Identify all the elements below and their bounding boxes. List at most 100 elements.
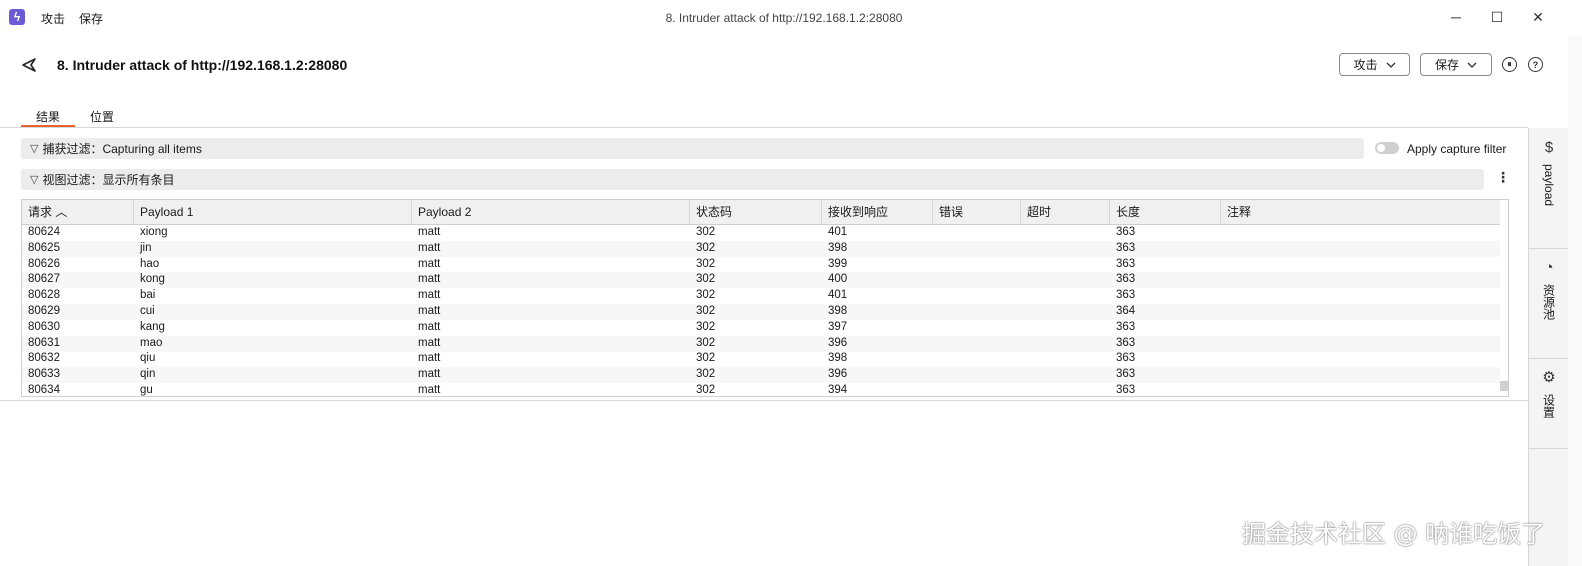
- divider: [0, 400, 1528, 401]
- table-row[interactable]: 80628 bai matt 302 401 363: [22, 288, 1500, 304]
- table-cell: cui: [140, 305, 155, 317]
- table-cell: 80627: [28, 273, 60, 286]
- table-cell: [933, 367, 1021, 383]
- maximize-button[interactable]: ☐: [1477, 4, 1517, 30]
- table-cell: [1221, 304, 1500, 320]
- table-cell: [933, 320, 1021, 336]
- tab-bar: 结果 位置: [0, 96, 1528, 128]
- table-cell: matt: [418, 336, 441, 349]
- view-filter-text: 视图过滤：显示所有条目: [42, 173, 175, 187]
- chevron-down-icon: [1467, 62, 1477, 68]
- table-cell: 80633: [28, 368, 60, 381]
- column-header-request[interactable]: 请求 ︿: [22, 200, 134, 225]
- table-row[interactable]: 80634 gu matt 302 394 363: [22, 383, 1500, 396]
- table-cell: [1221, 383, 1500, 396]
- page-header: 8. Intruder attack of http://192.168.1.2…: [0, 36, 1568, 96]
- table-row[interactable]: 80625 jin matt 302 398 363: [22, 240, 1500, 257]
- table-row[interactable]: 80629 cui matt 302 398 364: [22, 304, 1500, 320]
- table-row[interactable]: 80626 hao matt 302 399 363: [22, 257, 1500, 273]
- table-cell: [1021, 225, 1110, 241]
- divider: [1529, 248, 1569, 249]
- tab-positions[interactable]: 位置: [90, 108, 114, 125]
- table-cell: bai: [140, 289, 156, 302]
- side-item-resource-pool[interactable]: ◔ 资源池: [1529, 259, 1569, 321]
- attack-dropdown-button[interactable]: 攻击: [1339, 53, 1410, 76]
- table-row[interactable]: 80632 qiu matt 302 398 363: [22, 351, 1500, 367]
- table-cell: 80625: [28, 241, 60, 254]
- table-cell: [1221, 272, 1500, 288]
- table-cell: 363: [1116, 320, 1136, 333]
- table-cell: 302: [696, 226, 716, 238]
- table-scrollbar[interactable]: [1500, 381, 1508, 391]
- table-cell: 396: [828, 368, 848, 381]
- help-icon[interactable]: ?: [1528, 57, 1543, 72]
- table-cell: 302: [696, 257, 716, 270]
- close-button[interactable]: ✕: [1518, 4, 1558, 30]
- table-cell: 398: [828, 352, 848, 365]
- funnel-icon: ▽: [30, 174, 39, 186]
- column-header-status[interactable]: 状态码: [690, 200, 822, 225]
- column-header-payload2[interactable]: Payload 2: [412, 200, 690, 225]
- side-item-payload[interactable]: $ payload: [1529, 140, 1569, 207]
- table-cell: [933, 241, 1021, 257]
- table-cell: matt: [418, 226, 441, 238]
- table-cell: qin: [140, 368, 156, 381]
- table-row[interactable]: 80624 xiong matt 302 401 363: [22, 225, 1500, 241]
- table-row[interactable]: 80627 kong matt 302 400 363: [22, 272, 1500, 289]
- save-dropdown-button[interactable]: 保存: [1420, 53, 1492, 76]
- back-arrow-icon[interactable]: [20, 56, 38, 74]
- apply-capture-filter-toggle[interactable]: [1375, 142, 1399, 154]
- watermark: 掘金技术社区 @ 呐谁吃饭了: [1242, 520, 1546, 548]
- table-cell: kang: [140, 320, 165, 333]
- table-cell: mao: [140, 336, 163, 349]
- table-cell: matt: [418, 384, 441, 396]
- capture-filter-bar[interactable]: ▽ 捕获过滤：Capturing all items: [21, 138, 1364, 159]
- view-filter-bar[interactable]: ▽ 视图过滤：显示所有条目: [21, 169, 1484, 190]
- table-cell: 363: [1116, 257, 1136, 270]
- table-cell: [1021, 288, 1110, 304]
- column-header-payload1[interactable]: Payload 1: [134, 200, 412, 225]
- table-cell: 302: [696, 273, 716, 286]
- table-row[interactable]: 80630 kang matt 302 397 363: [22, 320, 1500, 336]
- table-cell: matt: [418, 320, 441, 333]
- attack-dropdown-label: 攻击: [1353, 58, 1378, 72]
- table-row[interactable]: 80631 mao matt 302 396 363: [22, 335, 1500, 352]
- column-header-comment[interactable]: 注释: [1221, 200, 1500, 225]
- table-row[interactable]: 80633 qin matt 302 396 363: [22, 367, 1500, 384]
- table-cell: 80628: [28, 289, 60, 302]
- side-item-settings[interactable]: ⚙ 设置: [1529, 370, 1569, 419]
- table-cell: xiong: [140, 226, 168, 238]
- table-cell: 396: [828, 336, 848, 349]
- table-cell: matt: [418, 241, 441, 254]
- table-cell: [1021, 367, 1110, 383]
- tab-results[interactable]: 结果: [36, 108, 60, 125]
- column-header-error[interactable]: 错误: [933, 200, 1021, 225]
- table-cell: 302: [696, 352, 716, 365]
- table-cell: [933, 288, 1021, 304]
- column-header-response-received[interactable]: 接收到响应: [822, 200, 933, 225]
- table-cell: 363: [1116, 368, 1136, 381]
- more-options-icon[interactable]: ⋮: [1496, 170, 1510, 184]
- table-cell: qiu: [140, 352, 156, 365]
- pie-chart-icon: ◔: [1544, 259, 1554, 276]
- minimize-button[interactable]: ─: [1436, 4, 1476, 30]
- table-cell: [1221, 241, 1500, 257]
- side-item-label: 设置: [1541, 394, 1556, 418]
- table-cell: 80624: [28, 226, 60, 238]
- column-header-length[interactable]: 长度: [1110, 200, 1221, 225]
- table-cell: 302: [696, 384, 716, 396]
- table-cell: 363: [1116, 273, 1136, 286]
- table-cell: [1021, 257, 1110, 273]
- column-header-timeout[interactable]: 超时: [1021, 200, 1110, 225]
- table-cell: 400: [828, 273, 848, 286]
- window-scrollbar[interactable]: [1568, 36, 1582, 566]
- table-cell: [1221, 288, 1500, 304]
- table-cell: 363: [1116, 384, 1136, 396]
- page-title: 8. Intruder attack of http://192.168.1.2…: [57, 57, 348, 73]
- table-cell: [933, 351, 1021, 367]
- table-cell: kong: [140, 273, 165, 286]
- table-cell: [933, 383, 1021, 396]
- table-cell: [1221, 351, 1500, 367]
- table-cell: matt: [418, 273, 441, 286]
- pause-icon[interactable]: ⏸: [1502, 57, 1517, 72]
